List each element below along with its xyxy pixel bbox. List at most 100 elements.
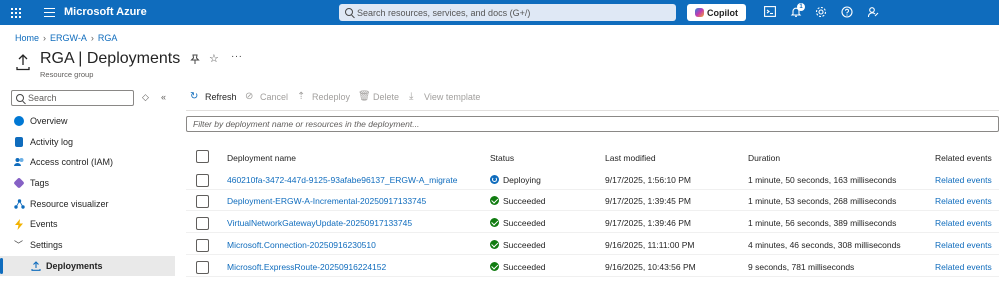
success-check-icon <box>490 262 499 271</box>
copilot-label: Copilot <box>707 7 738 18</box>
sidebar-item-settings[interactable]: ﹀ Settings <box>0 235 175 255</box>
sidebar-item-resource-visualizer[interactable]: Resource visualizer <box>0 194 175 214</box>
related-events-link[interactable]: Related events <box>935 218 992 228</box>
column-header-last-modified[interactable]: Last modified <box>605 153 656 163</box>
cancel-button[interactable]: ⊘ Cancel <box>245 91 288 102</box>
redeploy-button[interactable]: ⇡ Redeploy <box>297 91 350 102</box>
breadcrumb-home[interactable]: Home <box>15 33 39 43</box>
visualizer-icon <box>14 199 25 209</box>
deployment-name-link[interactable]: Microsoft.ExpressRoute-20250916224152 <box>227 262 386 272</box>
view-template-button[interactable]: ⤓ View template <box>409 91 480 102</box>
collapse-sidebar-icon[interactable]: « <box>161 92 166 102</box>
pin-icon[interactable] <box>190 54 200 68</box>
sidebar-search-input[interactable]: Search <box>11 90 134 106</box>
upload-icon <box>31 261 41 271</box>
last-modified-cell: 9/17/2025, 1:39:45 PM <box>605 196 692 206</box>
column-header-name[interactable]: Deployment name <box>227 153 296 163</box>
notification-badge: 1 <box>797 3 805 11</box>
row-checkbox[interactable] <box>196 261 209 274</box>
sidebar-item-label: Activity log <box>30 137 74 147</box>
global-search-placeholder: Search resources, services, and docs (G+… <box>357 7 531 18</box>
duration-cell: 4 minutes, 46 seconds, 308 milliseconds <box>748 240 901 250</box>
status-text: Succeeded <box>503 196 546 206</box>
copilot-icon <box>695 8 704 17</box>
status-cell: Succeeded <box>490 240 546 250</box>
sidebar-item-tags[interactable]: Tags <box>0 173 175 193</box>
breadcrumb-rga[interactable]: RGA <box>98 33 118 43</box>
sidebar-item-label: Overview <box>30 116 68 126</box>
row-checkbox[interactable] <box>196 195 209 208</box>
filter-input[interactable]: Filter by deployment name or resources i… <box>186 116 999 132</box>
status-cell: Deploying <box>490 175 541 185</box>
cancel-icon: ⊘ <box>245 91 254 102</box>
sidebar-item-deployments[interactable]: Deployments <box>0 256 175 276</box>
global-search-input[interactable]: Search resources, services, and docs (G+… <box>339 4 676 21</box>
deployment-name-link[interactable]: VirtualNetworkGatewayUpdate-202509171337… <box>227 218 412 228</box>
more-options-icon[interactable]: ··· <box>231 51 243 62</box>
row-divider <box>186 254 999 255</box>
column-header-related-events[interactable]: Related events <box>935 153 992 163</box>
tag-icon <box>13 177 25 189</box>
row-divider <box>186 210 999 211</box>
row-divider <box>186 276 999 277</box>
search-icon <box>16 94 24 102</box>
copilot-button[interactable]: Copilot <box>687 4 746 21</box>
success-check-icon <box>490 196 499 205</box>
brand-title[interactable]: Microsoft Azure <box>64 6 147 18</box>
related-events-link[interactable]: Related events <box>935 240 992 250</box>
delete-button[interactable]: 🗑 Delete <box>358 91 399 102</box>
deployment-name-link[interactable]: Microsoft.Connection-20250916230510 <box>227 240 376 250</box>
app-launcher-icon[interactable] <box>11 8 21 18</box>
status-text: Succeeded <box>503 218 546 228</box>
status-text: Succeeded <box>503 240 546 250</box>
expand-collapse-icon[interactable]: ◇ <box>142 92 149 103</box>
sidebar-item-label: Access control (IAM) <box>30 157 114 167</box>
refresh-icon: ↻ <box>190 91 199 102</box>
people-icon <box>14 157 24 167</box>
bolt-icon <box>14 219 24 230</box>
activity-log-icon <box>15 137 23 147</box>
cloud-shell-icon[interactable] <box>763 6 777 20</box>
cancel-label: Cancel <box>260 91 289 102</box>
breadcrumb: Home › ERGW-A › RGA <box>15 33 117 43</box>
column-header-status[interactable]: Status <box>490 153 514 163</box>
related-events-link[interactable]: Related events <box>935 262 992 272</box>
download-icon: ⤓ <box>409 91 414 102</box>
deployment-name-link[interactable]: Deployment-ERGW-A-Incremental-2025091713… <box>227 196 426 206</box>
breadcrumb-ergw-a[interactable]: ERGW-A <box>50 33 87 43</box>
status-text: Succeeded <box>503 262 546 272</box>
success-check-icon <box>490 218 499 227</box>
row-checkbox[interactable] <box>196 174 209 187</box>
duration-cell: 1 minute, 50 seconds, 163 milliseconds <box>748 175 897 185</box>
overview-icon <box>14 116 24 126</box>
sidebar-item-overview[interactable]: Overview <box>0 111 175 131</box>
related-events-link[interactable]: Related events <box>935 196 992 206</box>
row-divider <box>186 232 999 233</box>
last-modified-cell: 9/16/2025, 11:11:00 PM <box>605 240 695 250</box>
sidebar-item-label: Deployments <box>46 261 103 271</box>
deployment-name-link[interactable]: 460210fa-3472-447d-9125-93afabe96137_ERG… <box>227 175 457 185</box>
trash-icon: 🗑 <box>358 91 371 102</box>
select-all-checkbox[interactable] <box>196 150 209 163</box>
menu-icon[interactable] <box>44 8 55 17</box>
row-checkbox[interactable] <box>196 217 209 230</box>
sidebar-item-activity-log[interactable]: Activity log <box>0 132 175 152</box>
active-indicator <box>0 258 3 274</box>
feedback-icon[interactable] <box>866 6 880 20</box>
sidebar-item-label: Settings <box>30 240 63 250</box>
related-events-link[interactable]: Related events <box>935 175 992 185</box>
sidebar-item-access-control[interactable]: Access control (IAM) <box>0 152 175 172</box>
chevron-down-icon: ﹀ <box>14 240 24 250</box>
help-icon[interactable] <box>840 6 854 20</box>
row-checkbox[interactable] <box>196 239 209 252</box>
deploying-icon <box>490 175 499 184</box>
search-icon <box>345 8 353 16</box>
gear-icon[interactable] <box>814 6 828 20</box>
refresh-button[interactable]: ↻ Refresh <box>190 91 237 102</box>
row-divider <box>186 189 999 190</box>
star-icon[interactable]: ☆ <box>209 52 219 65</box>
top-bar: Microsoft Azure Search resources, servic… <box>0 0 999 25</box>
sidebar-item-events[interactable]: Events <box>0 214 175 234</box>
refresh-label: Refresh <box>205 91 237 102</box>
column-header-duration[interactable]: Duration <box>748 153 780 163</box>
